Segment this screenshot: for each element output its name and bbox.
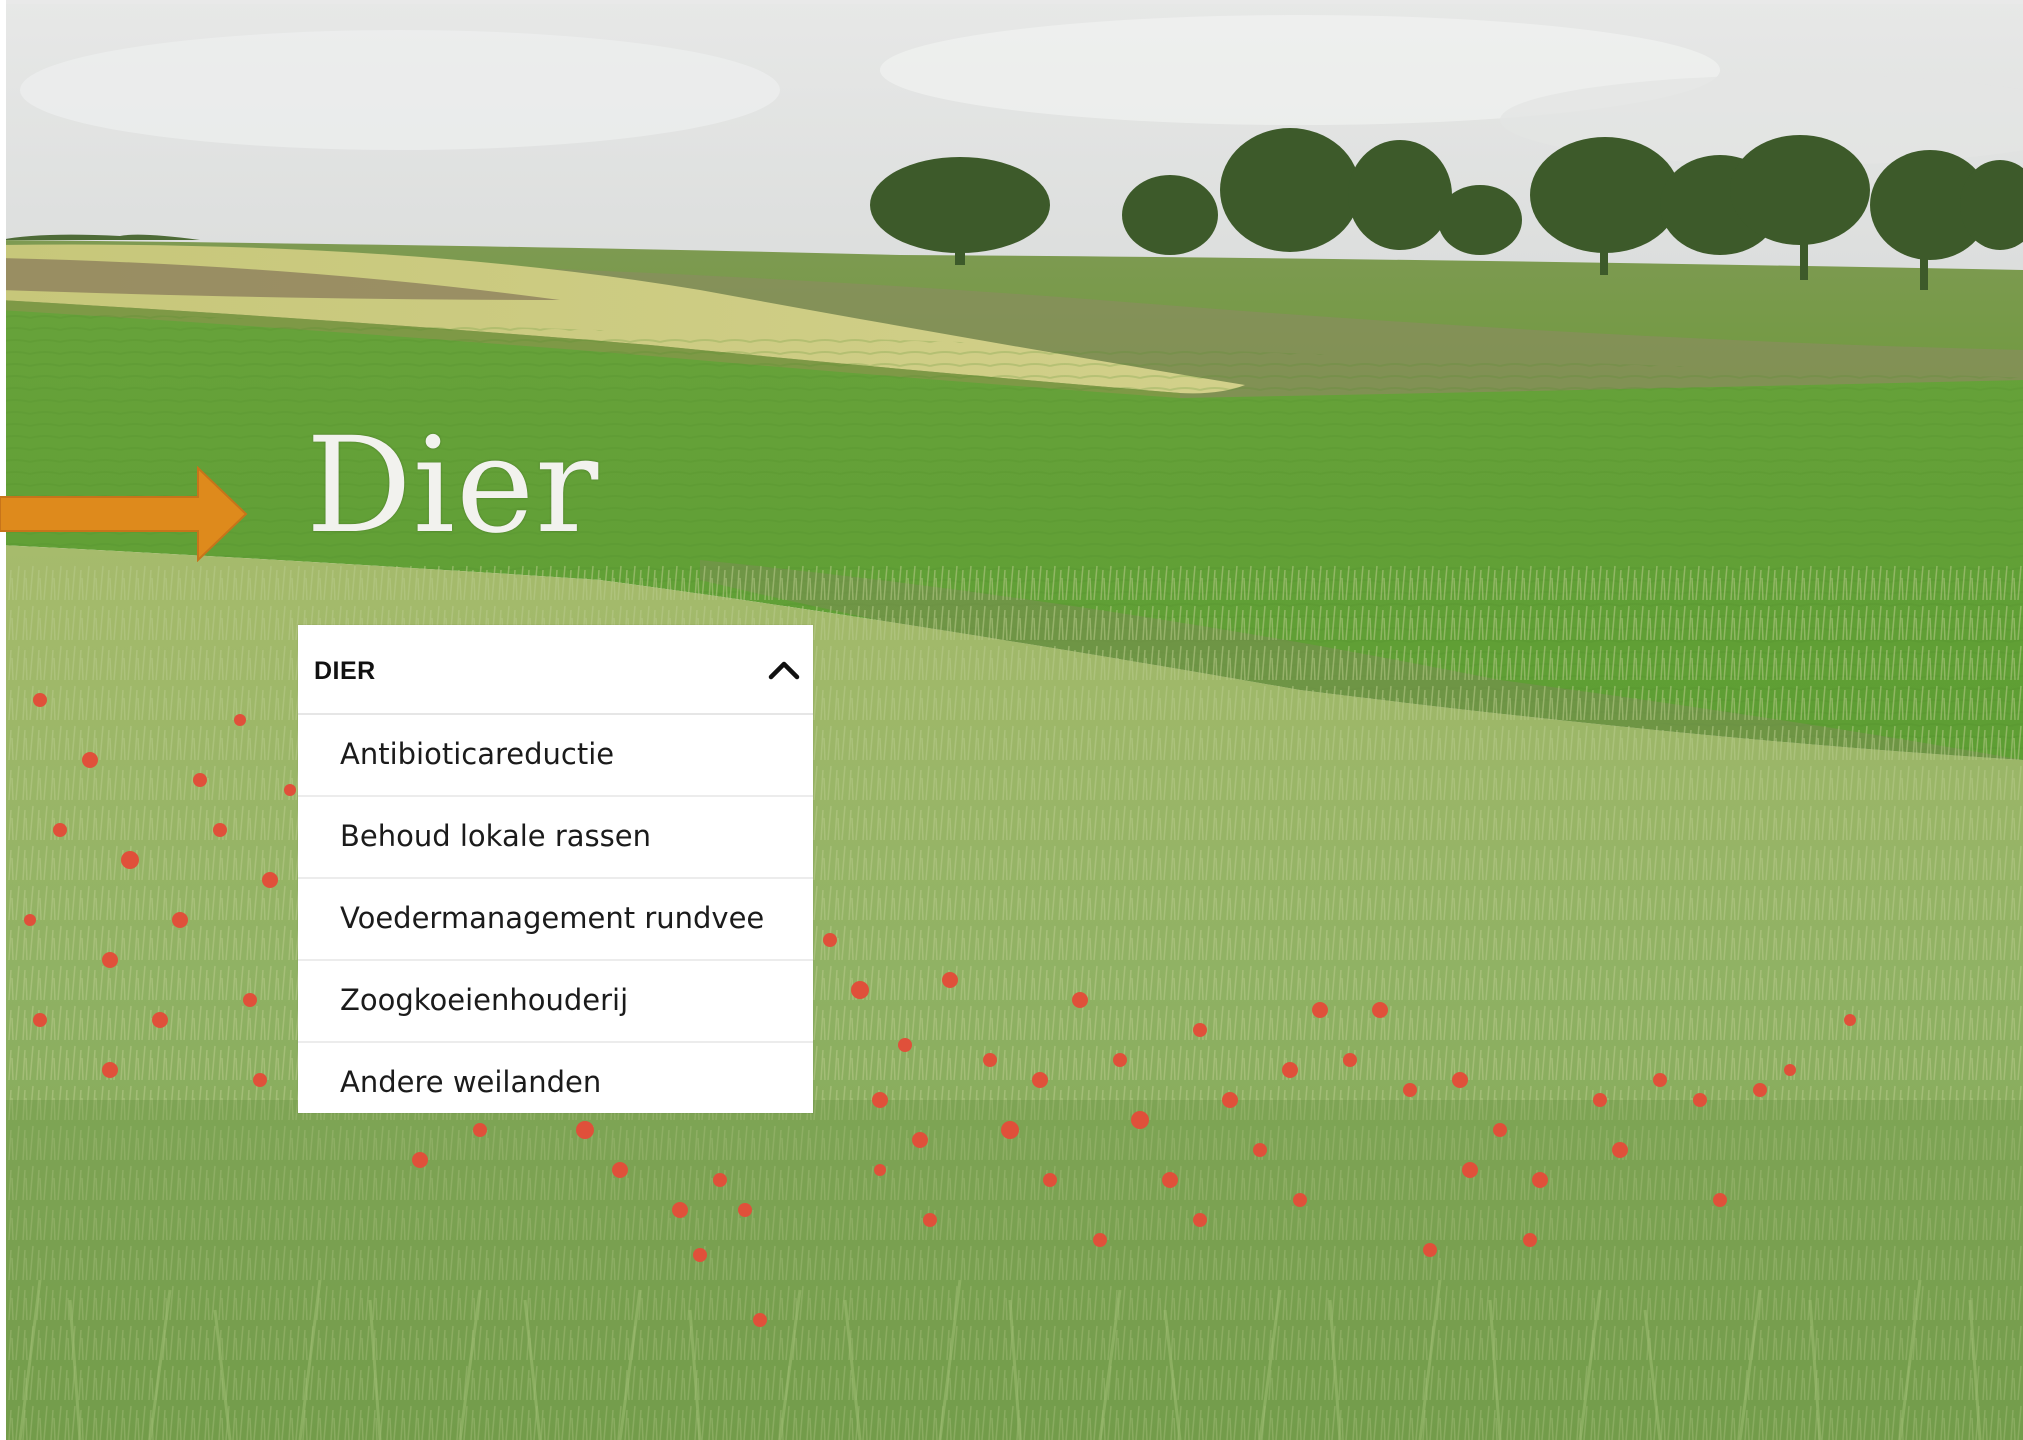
slide-left-border (0, 0, 6, 1440)
menu-item-andere-weilanden[interactable]: Andere weilanden (298, 1043, 813, 1115)
chevron-up-icon[interactable] (767, 655, 801, 685)
menu-header-toggle[interactable]: DIER (298, 625, 813, 715)
arrow-right-icon (0, 466, 248, 562)
menu-item-voedermanagement-rundvee[interactable]: Voedermanagement rundvee (298, 879, 813, 961)
menu-item-label: Zoogkoeienhouderij (340, 983, 629, 1017)
menu-item-behoud-lokale-rassen[interactable]: Behoud lokale rassen (298, 797, 813, 879)
dier-menu: DIER Antibioticareductie Behoud lokale r… (298, 625, 813, 1113)
menu-item-zoogkoeienhouderij[interactable]: Zoogkoeienhouderij (298, 961, 813, 1043)
menu-header-label: DIER (314, 657, 376, 685)
menu-item-label: Voedermanagement rundvee (340, 901, 765, 935)
menu-item-antibioticareductie[interactable]: Antibioticareductie (298, 715, 813, 797)
menu-item-label: Antibioticareductie (340, 737, 615, 771)
menu-item-label: Andere weilanden (340, 1065, 602, 1099)
menu-item-label: Behoud lokale rassen (340, 819, 651, 853)
slide: Dier DIER Antibioticareductie Behoud lok… (0, 0, 2023, 1440)
slide-title: Dier (306, 409, 600, 563)
slide-top-border (0, 0, 2023, 4)
